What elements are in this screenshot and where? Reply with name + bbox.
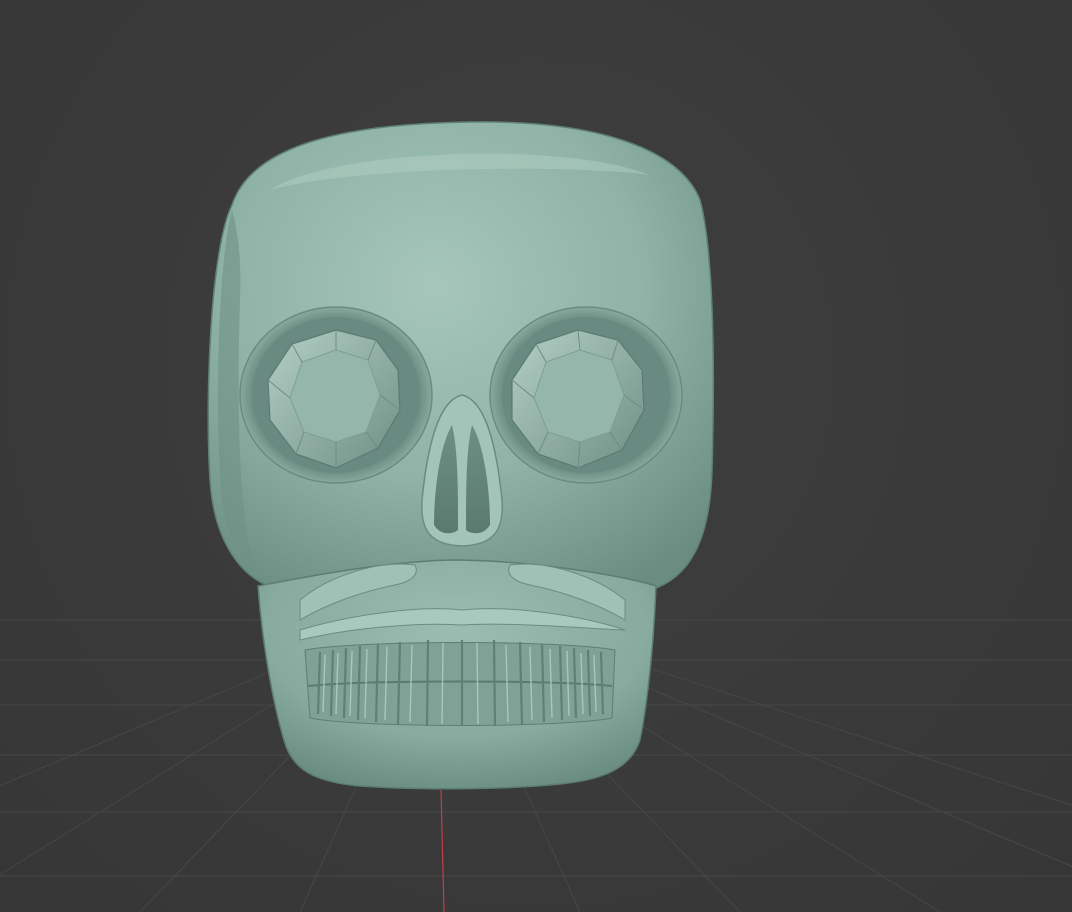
3d-viewport[interactable]: [0, 0, 1072, 912]
x-axis-line: [440, 789, 445, 912]
viewport-canvas[interactable]: [0, 0, 1072, 912]
teeth: [304, 639, 616, 727]
skull-model[interactable]: [207, 121, 715, 790]
